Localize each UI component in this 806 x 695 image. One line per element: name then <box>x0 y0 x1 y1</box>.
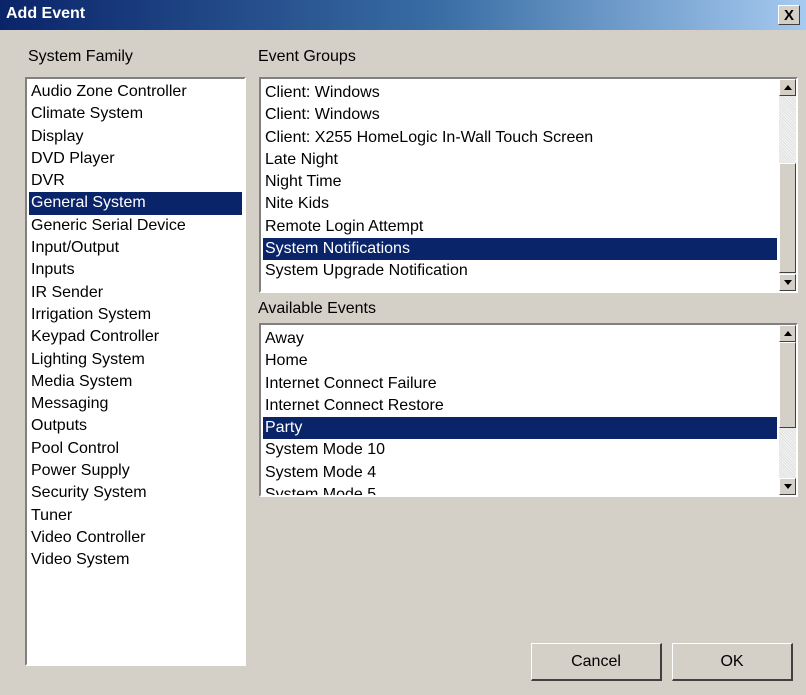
system-family-list-item[interactable]: Display <box>29 126 242 148</box>
scroll-up-arrow-icon <box>783 331 792 336</box>
system-family-list-item[interactable]: Outputs <box>29 415 242 437</box>
event-groups-items: Client: Windows Client: Windows Client: X2… <box>263 82 777 283</box>
system-family-listbox[interactable]: Audio Zone Controller Climate System Displ… <box>25 77 246 666</box>
ok-button[interactable]: OK <box>672 643 793 681</box>
system-family-list-item[interactable]: Media System <box>29 371 242 393</box>
available-events-scroll-up-button[interactable] <box>779 325 796 342</box>
system-family-list-item[interactable]: Video Controller <box>29 527 242 549</box>
system-family-list-item[interactable]: Keypad Controller <box>29 326 242 348</box>
available-events-list-item[interactable]: Internet Connect Restore <box>263 395 777 417</box>
window-title: Add Event <box>6 5 86 22</box>
system-family-list-item[interactable]: DVD Player <box>29 148 242 170</box>
system-family-list-item[interactable]: DVR <box>29 170 242 192</box>
available-events-items: Away Home Internet Connect Failure Internet… <box>263 328 777 495</box>
event-groups-scroll-down-button[interactable] <box>779 274 796 291</box>
system-family-items: Audio Zone Controller Climate System Displ… <box>29 81 242 572</box>
event-groups-list-item[interactable]: System Upgrade Notification <box>263 260 777 282</box>
available-events-list-item[interactable]: Party <box>263 417 777 440</box>
available-events-scroll-down-button[interactable] <box>779 478 796 495</box>
system-family-list-item[interactable]: Audio Zone Controller <box>29 81 242 103</box>
system-family-list-item[interactable]: Messaging <box>29 393 242 415</box>
event-groups-listbox[interactable]: Client: Windows Client: Windows Client: X2… <box>259 77 798 293</box>
event-groups-scrollbar[interactable] <box>779 79 796 291</box>
available-events-list-item[interactable]: System Mode 4 <box>263 462 777 484</box>
event-groups-list-item[interactable]: Client: Windows <box>263 104 777 126</box>
event-groups-list-item[interactable]: System Notifications <box>263 238 777 261</box>
available-events-scrollbar[interactable] <box>779 325 796 495</box>
available-events-list-item[interactable]: Internet Connect Failure <box>263 373 777 395</box>
event-groups-list-item[interactable]: Remote Login Attempt <box>263 216 777 238</box>
available-events-scroll-thumb[interactable] <box>779 342 796 428</box>
event-groups-list-item[interactable]: Night Time <box>263 171 777 193</box>
system-family-list-item[interactable]: Irrigation System <box>29 304 242 326</box>
close-icon: X <box>783 6 794 24</box>
event-groups-label: Event Groups <box>258 48 356 65</box>
event-groups-list-item[interactable]: Nite Kids <box>263 193 777 215</box>
system-family-list-item[interactable]: Security System <box>29 482 242 504</box>
event-groups-scroll-thumb[interactable] <box>779 163 796 273</box>
system-family-list-item[interactable]: General System <box>29 192 242 215</box>
system-family-list-item[interactable]: Power Supply <box>29 460 242 482</box>
available-events-list-item[interactable]: System Mode 5 <box>263 484 777 495</box>
system-family-list-item[interactable]: Tuner <box>29 505 242 527</box>
event-groups-scroll-up-button[interactable] <box>779 79 796 96</box>
system-family-list-item[interactable]: Input/Output <box>29 237 242 259</box>
event-groups-list-item[interactable]: Client: Windows <box>263 82 777 104</box>
event-groups-list-item[interactable]: Client: X255 HomeLogic In-Wall Touch Scr… <box>263 127 777 149</box>
available-events-label: Available Events <box>258 300 376 317</box>
system-family-list-item[interactable]: Inputs <box>29 259 242 281</box>
available-events-listbox[interactable]: Away Home Internet Connect Failure Internet… <box>259 323 798 497</box>
cancel-button[interactable]: Cancel <box>531 643 662 681</box>
close-button[interactable]: X <box>778 5 800 25</box>
scroll-down-arrow-icon <box>783 280 792 285</box>
system-family-list-item[interactable]: Generic Serial Device <box>29 215 242 237</box>
available-events-list-item[interactable]: System Mode 10 <box>263 439 777 461</box>
event-groups-list-item[interactable]: Late Night <box>263 149 777 171</box>
available-events-list-item[interactable]: Home <box>263 350 777 372</box>
title-bar: Add Event X <box>0 0 806 30</box>
system-family-list-item[interactable]: Lighting System <box>29 349 242 371</box>
system-family-list-item[interactable]: Pool Control <box>29 438 242 460</box>
available-events-list-item[interactable]: Away <box>263 328 777 350</box>
system-family-label: System Family <box>28 48 133 65</box>
system-family-list-item[interactable]: Climate System <box>29 103 242 125</box>
system-family-list-item[interactable]: IR Sender <box>29 282 242 304</box>
scroll-up-arrow-icon <box>783 85 792 90</box>
system-family-list-item[interactable]: Video System <box>29 549 242 571</box>
scroll-down-arrow-icon <box>783 484 792 489</box>
